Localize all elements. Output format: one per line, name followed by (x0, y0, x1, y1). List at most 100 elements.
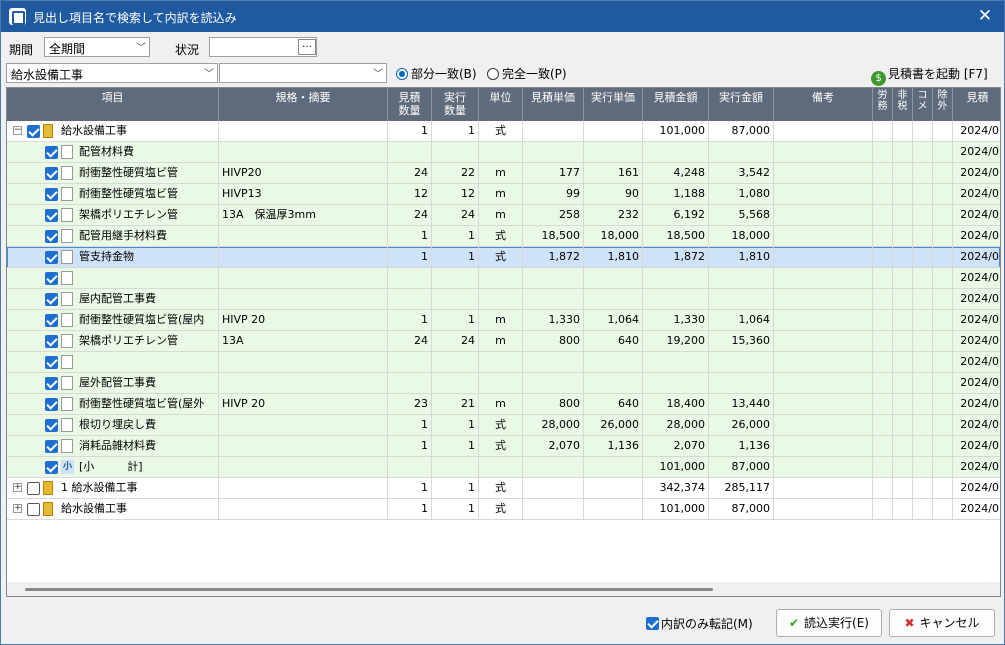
launch-estimate-button[interactable]: $ 見積書を起動 [F7] (871, 65, 988, 86)
header-note[interactable]: 備考 (774, 88, 873, 121)
cell-nontax (893, 142, 913, 163)
table-row[interactable]: +1 給水設備工事 1 1 式 342,374 285,117 2024/0 (7, 478, 1000, 499)
row-checkbox[interactable] (27, 503, 40, 516)
close-icon[interactable]: ✕ (974, 5, 996, 27)
expand-icon[interactable]: + (13, 504, 22, 513)
header-item[interactable]: 項目 (7, 88, 219, 121)
row-checkbox[interactable] (27, 125, 40, 138)
row-checkbox[interactable] (45, 377, 58, 390)
cell-act-price (584, 142, 643, 163)
row-checkbox[interactable] (45, 167, 58, 180)
row-checkbox[interactable] (45, 356, 58, 369)
row-checkbox[interactable] (45, 146, 58, 159)
cell-item: 配管用継手材料費 (7, 226, 219, 247)
cell-comment (913, 268, 933, 289)
cancel-button[interactable]: ✖ キャンセル (889, 609, 995, 637)
table-row[interactable]: 2024/0 (7, 268, 1000, 289)
transfer-only-checkbox[interactable]: 内訳のみ転記(M) (646, 615, 753, 632)
table-row[interactable]: 消耗品雑材料費 1 1 式 2,070 1,136 2,070 1,136 2024/0 (7, 436, 1000, 457)
row-checkbox[interactable] (45, 314, 58, 327)
spec-search-combo[interactable]: ﹀ (219, 63, 387, 83)
cell-est-qty (388, 142, 432, 163)
collapse-icon[interactable]: − (13, 126, 22, 135)
header-act-amount[interactable]: 実行金額 (709, 88, 774, 121)
cell-unit: 式 (479, 415, 523, 436)
row-checkbox[interactable] (45, 293, 58, 306)
row-checkbox[interactable] (45, 461, 58, 474)
expand-icon[interactable]: + (13, 483, 22, 492)
item-icon (61, 208, 73, 222)
cell-est-price (523, 373, 584, 394)
row-checkbox[interactable] (45, 272, 58, 285)
table-row[interactable]: 架橋ポリエチレン管 13A 保温厚3mm 24 24 m 258 232 6,192 5,568… (7, 205, 1000, 226)
cell-est-amount: 1,330 (643, 310, 709, 331)
cell-est-price: 18,500 (523, 226, 584, 247)
item-name: 消耗品雑材料費 (79, 439, 156, 452)
table-row[interactable]: − 給水設備工事 1 1 式 101,000 87,000 2024/0 (7, 121, 1000, 142)
row-checkbox[interactable] (45, 188, 58, 201)
status-picker-button[interactable]: … (298, 39, 316, 55)
table-row[interactable]: 2024/0 (7, 352, 1000, 373)
table-row[interactable]: 根切り埋戻し費 1 1 式 28,000 26,000 28,000 26,000 2024/0 (7, 415, 1000, 436)
row-checkbox[interactable] (45, 419, 58, 432)
horizontal-scrollbar[interactable] (7, 582, 1000, 596)
header-act-price[interactable]: 実行単価 (584, 88, 643, 121)
match-exact-radio[interactable]: 完全一致(P) (487, 65, 567, 82)
header-act-qty[interactable]: 実行 数量 (432, 88, 479, 121)
estimate-grid[interactable]: 項目 規格・摘要 見積 数量 実行 数量 単位 見積単価 実行単価 見積金額 実行金額 備考労 務… (6, 87, 1001, 597)
cell-date: 2024/0 (953, 331, 1000, 352)
row-checkbox[interactable] (45, 230, 58, 243)
table-row[interactable]: 管支持金物 1 1 式 1,872 1,810 1,872 1,810 2024/0 (7, 247, 1000, 268)
cell-date: 2024/0 (953, 142, 1000, 163)
row-checkbox[interactable] (45, 398, 58, 411)
cell-note (774, 121, 873, 142)
execute-button[interactable]: ✔ 読込実行(E) (776, 609, 882, 637)
header-unit[interactable]: 単位 (479, 88, 523, 121)
row-checkbox[interactable] (45, 440, 58, 453)
table-row[interactable]: 配管用継手材料費 1 1 式 18,500 18,000 18,500 18,000 2024/… (7, 226, 1000, 247)
cell-note (774, 142, 873, 163)
row-checkbox[interactable] (45, 209, 58, 222)
table-row[interactable]: 架橋ポリエチレン管 13A 24 24 m 800 640 19,200 15,360 2024/… (7, 331, 1000, 352)
item-name: 根切り埋戻し費 (79, 418, 156, 431)
row-checkbox[interactable] (27, 482, 40, 495)
header-date[interactable]: 見積 (953, 88, 1000, 121)
header-est-amount[interactable]: 見積金額 (643, 88, 709, 121)
cell-act-qty: 12 (432, 184, 479, 205)
header-labor[interactable]: 労 務 (873, 88, 893, 121)
cell-act-qty: 1 (432, 436, 479, 457)
cell-nontax (893, 331, 913, 352)
cell-est-qty: 1 (388, 226, 432, 247)
table-row[interactable]: 耐衝整性硬質塩ビ管(屋内 HIVP 20 1 1 m 1,330 1,064 1,330 1,0… (7, 310, 1000, 331)
header-exclude[interactable]: 除 外 (933, 88, 953, 121)
row-checkbox[interactable] (45, 335, 58, 348)
table-row[interactable]: 耐衝整性硬質塩ビ管 HIVP13 12 12 m 99 90 1,188 1,080 2024/0 (7, 184, 1000, 205)
chevron-down-icon: ﹀ (204, 69, 214, 80)
cell-act-qty: 1 (432, 247, 479, 268)
table-row[interactable]: 配管材料費 2024/0 (7, 142, 1000, 163)
table-row[interactable]: 耐衝整性硬質塩ビ管 HIVP20 24 22 m 177 161 4,248 3,542 2024… (7, 163, 1000, 184)
table-row[interactable]: 小 [小 計] 101,000 87,000 2024/0 (7, 457, 1000, 478)
cell-nontax (893, 436, 913, 457)
cell-note (774, 373, 873, 394)
table-row[interactable]: 屋外配管工事費 2024/0 (7, 373, 1000, 394)
cell-spec (219, 247, 388, 268)
header-comment[interactable]: コ メ (913, 88, 933, 121)
cell-est-qty: 1 (388, 478, 432, 499)
cell-exclude (933, 373, 953, 394)
table-row[interactable]: 屋内配管工事費 2024/0 (7, 289, 1000, 310)
cell-unit: m (479, 184, 523, 205)
header-spec[interactable]: 規格・摘要 (219, 88, 388, 121)
header-est-qty[interactable]: 見積 数量 (388, 88, 432, 121)
match-partial-radio[interactable]: 部分一致(B) (396, 65, 477, 82)
cell-act-qty (432, 289, 479, 310)
header-nontax[interactable]: 非 税 (893, 88, 913, 121)
table-row[interactable]: 耐衝整性硬質塩ビ管(屋外 HIVP 20 23 21 m 800 640 18,400 13,4… (7, 394, 1000, 415)
period-select[interactable]: 全期間 ﹀ (44, 37, 150, 57)
header-est-price[interactable]: 見積単価 (523, 88, 584, 121)
scrollbar-thumb[interactable] (25, 588, 713, 591)
item-search-combo[interactable]: 給水設備工事 ﹀ (6, 63, 218, 83)
cell-act-qty (432, 373, 479, 394)
row-checkbox[interactable] (45, 251, 58, 264)
table-row[interactable]: + 給水設備工事 1 1 式 101,000 87,000 2024/0 (7, 499, 1000, 520)
